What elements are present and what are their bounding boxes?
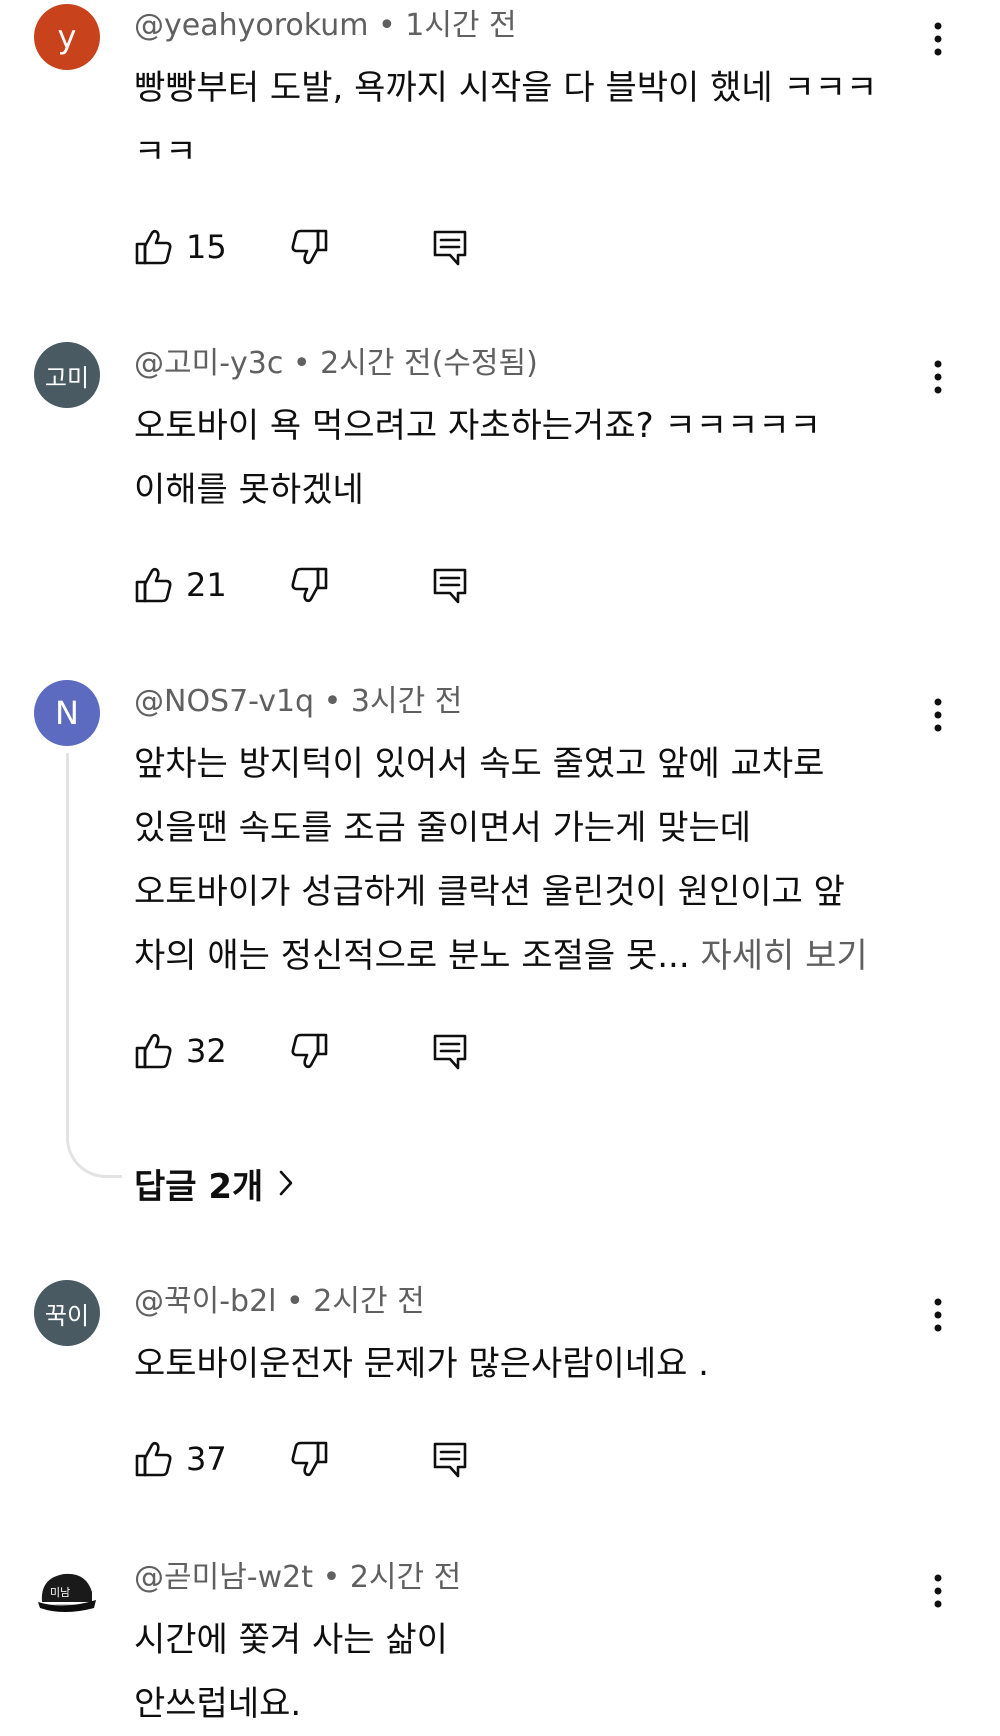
like-count: 37 — [186, 1440, 227, 1478]
comment-text: 앞차는 방지턱이 있어서 속도 줄였고 앞에 교차로 있을땐 속도를 조금 줄이… — [134, 732, 934, 988]
avatar-initial: y — [57, 18, 77, 56]
avatar-initial: 고미 — [44, 363, 90, 392]
thread-line — [66, 753, 122, 1178]
comment-time: 3시간 전 — [350, 684, 463, 719]
replies-label: 답글 2개 — [134, 1166, 264, 1207]
reply-button[interactable] — [430, 560, 470, 610]
comment-author[interactable]: @yeahyorokum — [134, 8, 368, 43]
comment-actions: 15 — [134, 222, 634, 272]
read-more-link[interactable]: 자세히 보기 — [700, 936, 867, 976]
thumb-up-icon — [135, 567, 172, 603]
comment-time: 1시간 전 — [405, 8, 517, 43]
comment-text: 빵빵부터 도발, 욕까지 시작을 다 블박이 했네 ㅋㅋㅋ ㅋㅋ — [134, 68, 878, 172]
avatar[interactable]: y — [34, 4, 100, 70]
reply-button[interactable] — [430, 222, 470, 272]
avatar[interactable]: N — [34, 680, 100, 746]
like-button[interactable]: 37 — [134, 1434, 227, 1484]
avatar-initial: 꾹이 — [44, 1301, 90, 1330]
avatar[interactable]: 꾹이 — [34, 1280, 100, 1346]
avatar[interactable]: 고미 — [34, 342, 100, 408]
comment-actions: 21 — [134, 560, 634, 610]
more-vertical-icon — [934, 22, 942, 56]
meta-separator: • — [286, 1284, 304, 1319]
meta-separator: • — [377, 8, 396, 43]
dislike-button[interactable] — [289, 1434, 329, 1484]
like-count: 15 — [186, 228, 227, 266]
more-vertical-icon — [934, 1574, 942, 1608]
like-button[interactable]: 21 — [134, 560, 227, 610]
dislike-button[interactable] — [289, 222, 329, 272]
comment-meta: @곧미남-w2t • 2시간 전 — [134, 1558, 461, 1598]
comment-meta: @고미-y3c • 2시간 전(수정됨) — [134, 344, 538, 384]
reply-icon — [433, 230, 467, 266]
comment-author[interactable]: @고미-y3c — [134, 346, 283, 381]
cap-avatar-initial: 미남 — [50, 1586, 70, 1599]
more-vertical-icon — [934, 698, 942, 732]
thumb-up-icon — [135, 1441, 172, 1477]
comment-author[interactable]: @꾹이-b2l — [134, 1284, 277, 1319]
thumb-down-icon — [291, 1441, 328, 1477]
comment-text: 오토바이 욕 먹으려고 자초하는거죠? ㅋㅋㅋㅋㅋ 이해를 못하겠네 — [134, 406, 821, 510]
comment-meta: @NOS7-v1q • 3시간 전 — [134, 682, 462, 722]
meta-separator: • — [323, 684, 342, 719]
comment-author[interactable]: @곧미남-w2t — [134, 1560, 313, 1595]
comment-time: 2시간 전 — [349, 1560, 462, 1595]
comment-author[interactable]: @NOS7-v1q — [134, 684, 314, 719]
thumb-down-icon — [291, 1033, 328, 1069]
like-count: 32 — [186, 1032, 227, 1070]
meta-separator: • — [292, 346, 311, 381]
comment-actions: 37 — [134, 1434, 634, 1484]
reply-button[interactable] — [430, 1434, 470, 1484]
more-vertical-icon — [934, 360, 942, 394]
reply-button[interactable] — [430, 1026, 470, 1076]
avatar-initial: N — [55, 694, 79, 732]
comment-time: 2시간 전(수정됨) — [320, 346, 538, 381]
comment-time: 2시간 전 — [313, 1284, 425, 1319]
comment-text: 시간에 쫓겨 사는 삶이 안쓰럽네요. — [134, 1620, 448, 1724]
cap-avatar-image: 미남 — [38, 1573, 96, 1612]
thumb-up-icon — [135, 229, 172, 265]
comment-meta: @꾹이-b2l • 2시간 전 — [134, 1282, 425, 1322]
dislike-button[interactable] — [289, 560, 329, 610]
meta-separator: • — [322, 1560, 341, 1595]
avatar[interactable]: 미남 — [34, 1558, 100, 1624]
reply-icon — [433, 1442, 467, 1478]
comment-meta: @yeahyorokum • 1시간 전 — [134, 6, 517, 46]
view-replies-button[interactable]: 답글 2개 — [134, 1158, 295, 1208]
thumb-up-icon — [135, 1033, 172, 1069]
reply-icon — [433, 1034, 467, 1070]
like-button[interactable]: 15 — [134, 222, 227, 272]
thumb-down-icon — [291, 567, 328, 603]
comment-actions: 32 — [134, 1026, 634, 1076]
like-count: 21 — [186, 566, 227, 604]
thumb-down-icon — [291, 229, 328, 265]
dislike-button[interactable] — [289, 1026, 329, 1076]
chevron-right-icon — [280, 1170, 293, 1196]
comment-text: 오토바이운전자 문제가 많은사람이네요 . — [134, 1344, 709, 1384]
reply-icon — [433, 568, 467, 604]
more-vertical-icon — [934, 1298, 942, 1332]
like-button[interactable]: 32 — [134, 1026, 227, 1076]
